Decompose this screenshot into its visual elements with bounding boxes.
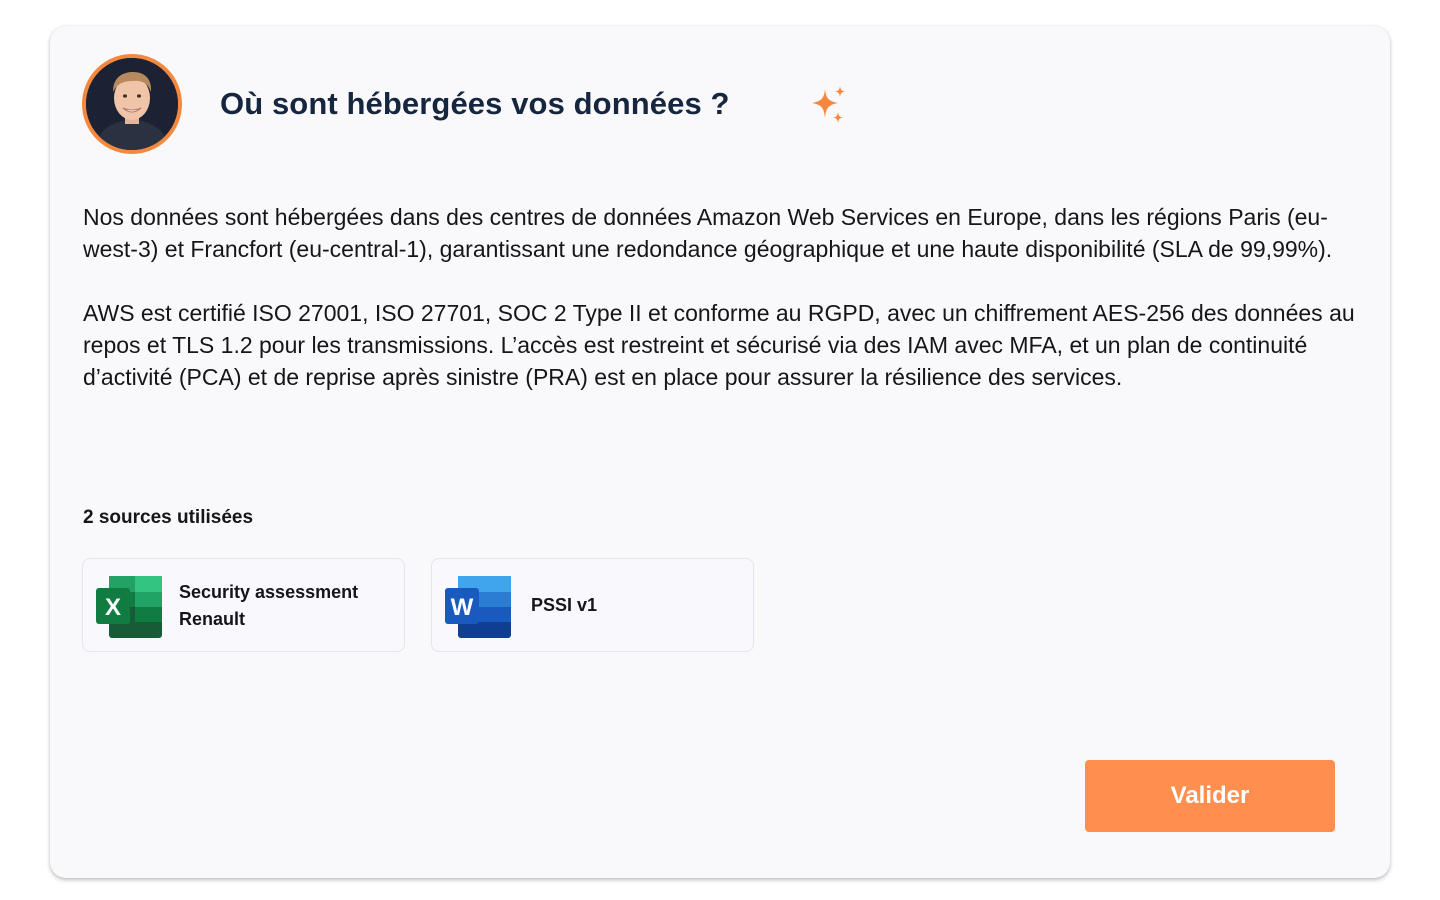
excel-icon-letter: X [105, 594, 121, 621]
source-card-pssi[interactable]: W PSSI v1 [431, 558, 754, 652]
validate-button[interactable]: Valider [1085, 760, 1335, 832]
source-label: PSSI v1 [531, 595, 598, 615]
excel-icon: X [96, 576, 162, 638]
avatar-photo-icon [86, 58, 178, 150]
word-icon-letter: W [451, 594, 474, 621]
answer-paragraph: AWS est certifié ISO 27001, ISO 27701, S… [83, 300, 1355, 390]
source-card-security-assessment[interactable]: X Security assessment Renault [82, 558, 405, 652]
sparkle-icon [812, 86, 845, 123]
answer-paragraph: Nos données sont hébergées dans des cent… [83, 204, 1333, 262]
answer-text: Nos données sont hébergées dans des cent… [83, 201, 1358, 393]
user-avatar [82, 54, 182, 154]
source-label: Security assessment Renault [179, 582, 359, 629]
question-title: Où sont hébergées vos données ? [220, 86, 730, 121]
word-icon: W [445, 576, 511, 638]
sources-heading: 2 sources utilisées [83, 507, 254, 528]
answer-card: Où sont hébergées vos données ? Nos donn… [50, 26, 1390, 878]
